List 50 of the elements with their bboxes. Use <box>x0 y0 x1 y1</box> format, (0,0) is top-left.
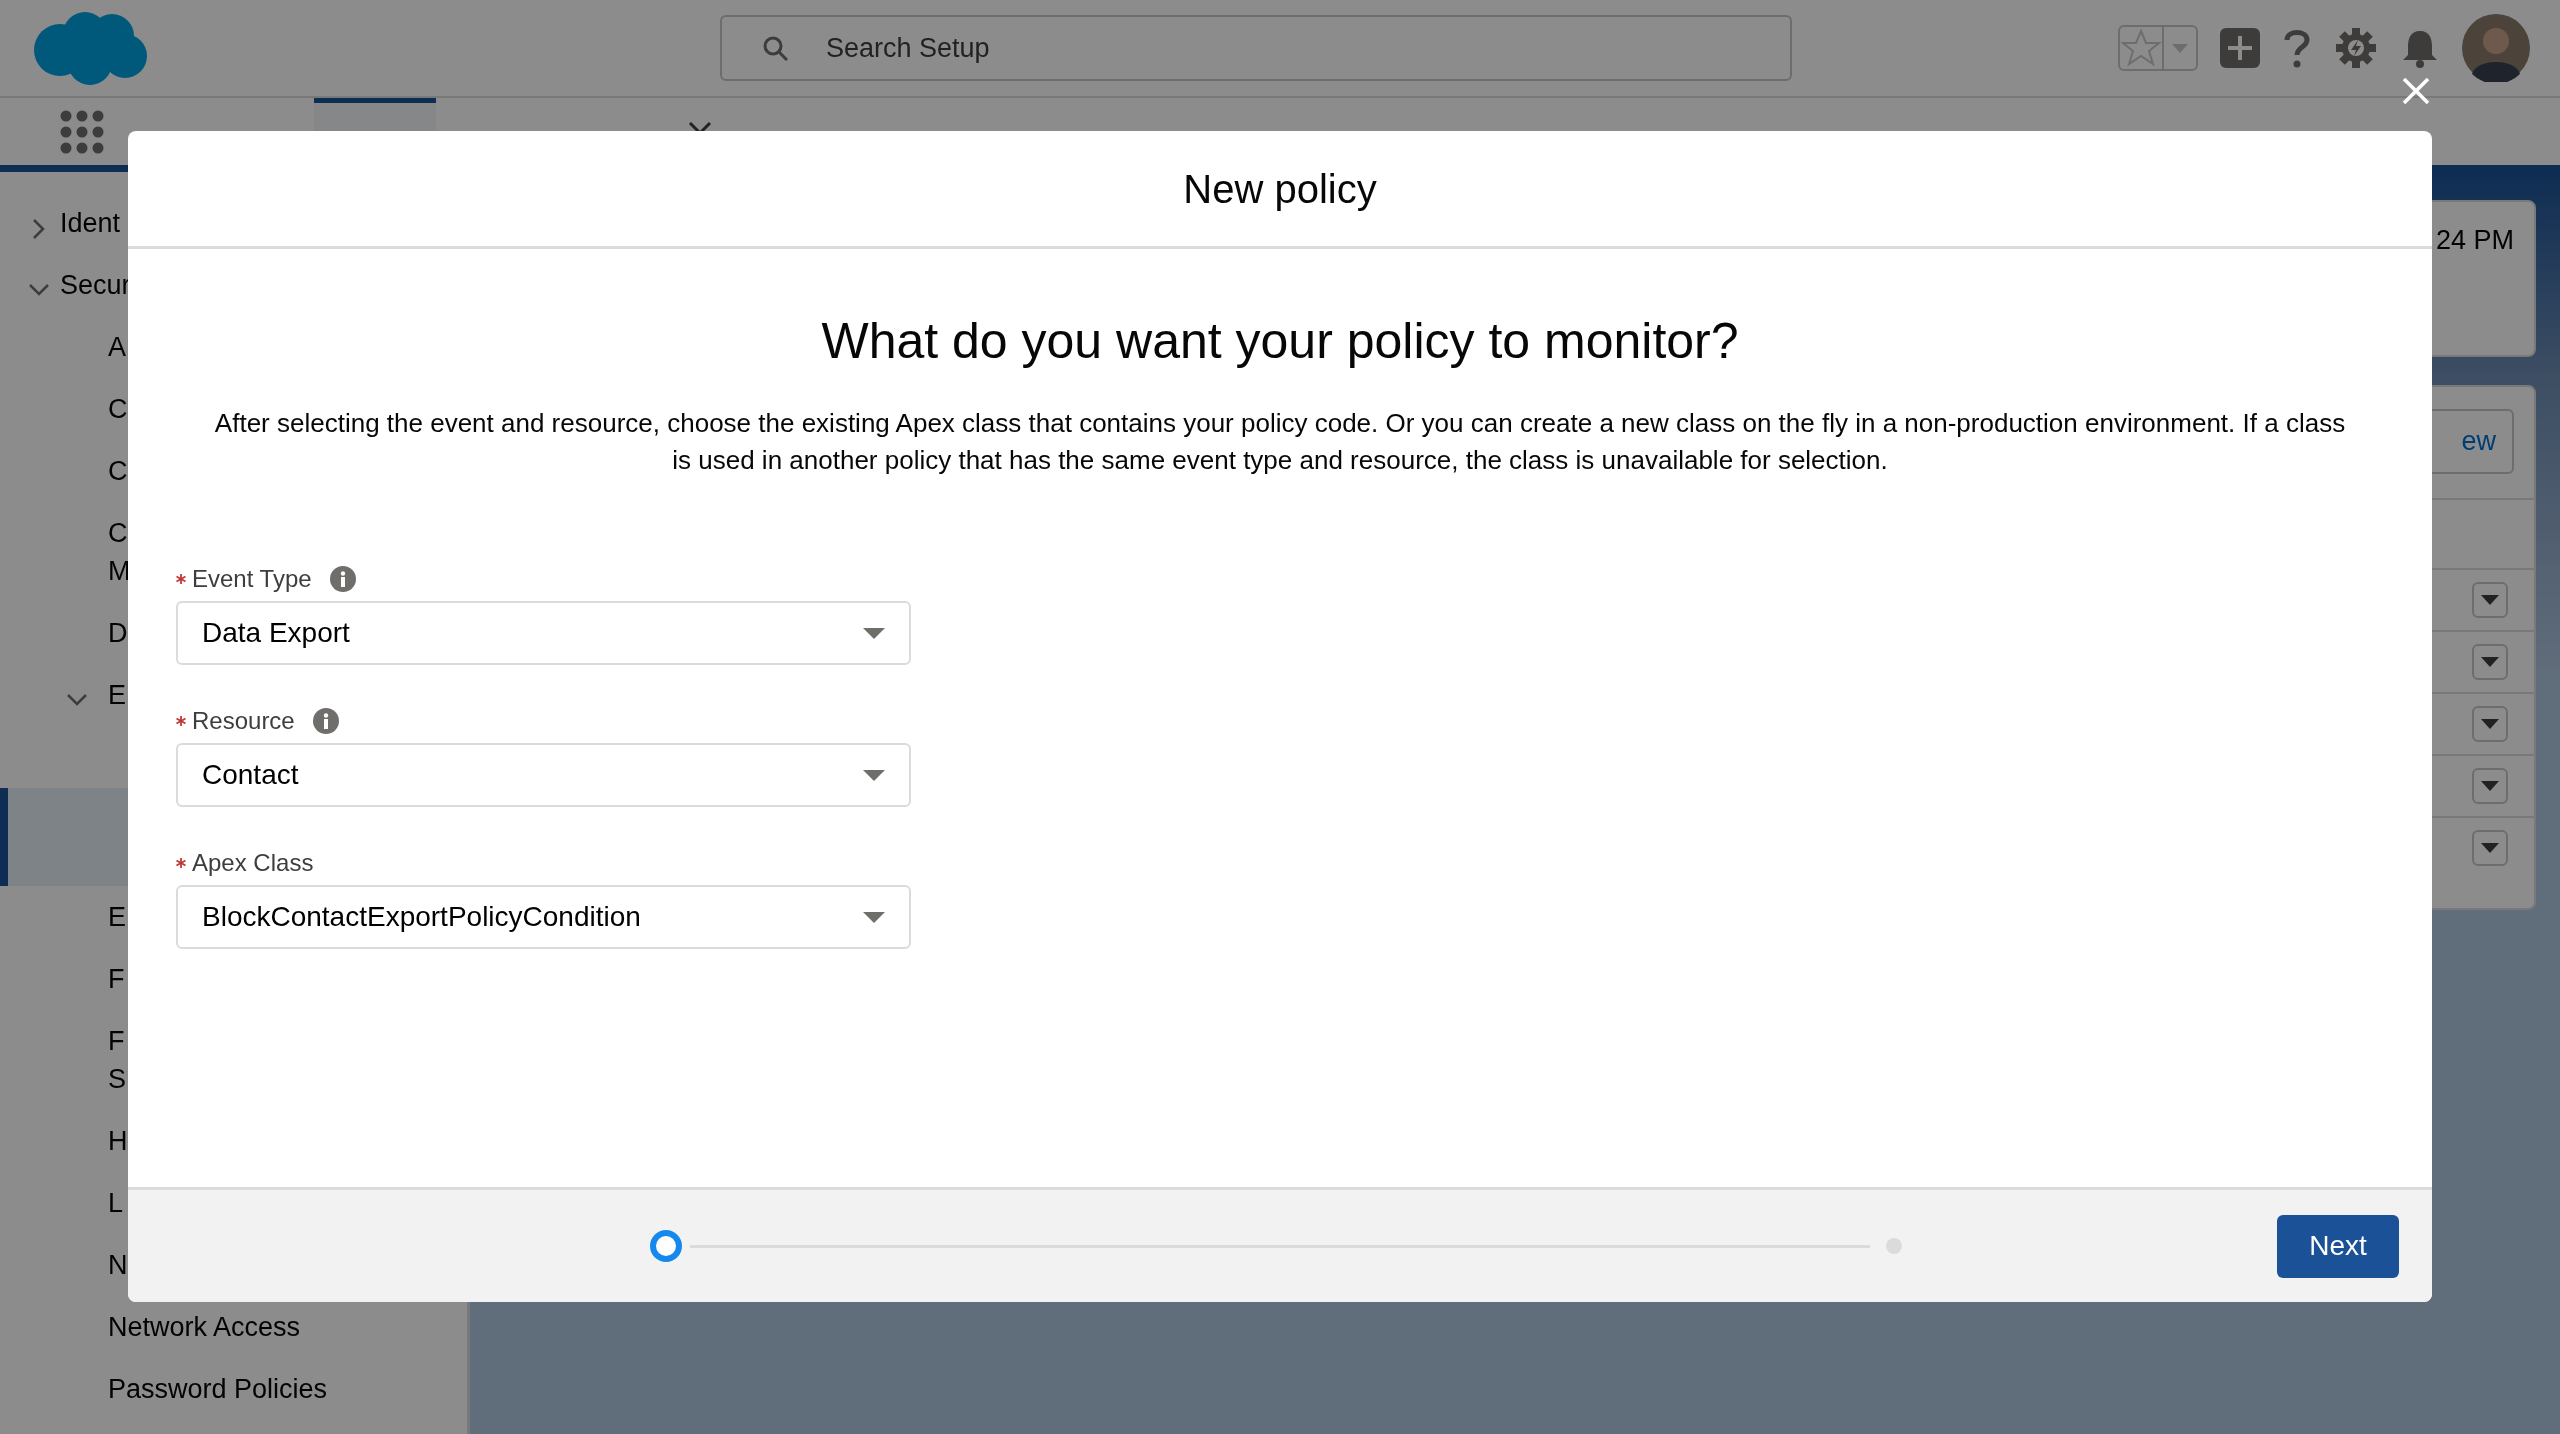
sidebar-item[interactable]: Network Access <box>108 1308 301 1346</box>
row-menu-button[interactable] <box>2472 644 2508 680</box>
caret-icon[interactable] <box>863 769 885 781</box>
sidebar-item[interactable]: E <box>108 676 126 714</box>
field-label: Resource <box>192 706 295 736</box>
app-launcher-icon[interactable] <box>60 109 104 154</box>
sidebar-item[interactable]: D <box>108 614 128 652</box>
time-text: 24 PM <box>2435 224 2514 257</box>
sidebar-item[interactable]: C <box>108 390 128 428</box>
sidebar-item[interactable]: L <box>108 1184 124 1222</box>
avatar[interactable] <box>2462 14 2530 82</box>
help-icon[interactable] <box>2282 27 2312 69</box>
row-menu-button[interactable] <box>2472 768 2508 804</box>
field-label: Event Type <box>192 564 312 594</box>
info-icon[interactable] <box>312 708 339 734</box>
sidebar-item[interactable]: Password Policies <box>108 1370 328 1408</box>
dropdown-field[interactable]: BlockContactExportPolicyCondition <box>176 885 911 949</box>
settings-icon[interactable] <box>2334 26 2378 70</box>
sidebar-item[interactable]: F S <box>108 1022 126 1098</box>
sidebar-item[interactable]: Secur <box>60 266 131 304</box>
caret-icon[interactable] <box>2481 843 2499 853</box>
caret-icon[interactable] <box>2481 781 2499 791</box>
search-icon <box>762 35 788 61</box>
star-icon[interactable] <box>2120 27 2162 69</box>
sidebar-item[interactable]: C <box>108 452 128 490</box>
sidebar-item[interactable]: Ident <box>60 204 121 242</box>
search-field[interactable]: Search Setup <box>720 15 1792 81</box>
field-label: Apex Class <box>192 848 314 878</box>
next-button[interactable]: Next <box>2277 1214 2399 1278</box>
dropdown-field[interactable]: Contact <box>176 743 911 807</box>
plus-icon[interactable] <box>2220 28 2260 68</box>
row-menu-button[interactable] <box>2472 582 2508 618</box>
info-icon[interactable] <box>329 566 356 592</box>
caret-icon[interactable] <box>863 627 885 639</box>
sidebar-item[interactable]: F <box>108 960 125 998</box>
sidebar-item[interactable]: H <box>108 1122 128 1160</box>
modal-heading: What do you want your policy to monitor? <box>820 312 1740 371</box>
sidebar-item[interactable]: N <box>108 1246 128 1284</box>
modal-title: New policy <box>1183 165 1377 213</box>
sidebar-item[interactable]: E <box>108 898 126 936</box>
row-menu-button[interactable] <box>2472 830 2508 866</box>
sidebar-item[interactable]: A <box>108 328 126 366</box>
close-button[interactable] <box>2400 75 2432 107</box>
row-menu-button[interactable] <box>2472 706 2508 742</box>
description-text: After selecting the event and resource, choose the existing Apex class that contains your policy code. Or you can create a new class on the fly in a non-production environment. If a class is used in another policy that has the same event type and resource, the class is unavailable for selection. <box>213 407 2347 477</box>
caret-icon[interactable] <box>2481 657 2499 667</box>
caret-icon[interactable] <box>2481 719 2499 729</box>
sidebar-item[interactable]: C M <box>108 514 131 590</box>
dropdown-field[interactable]: Data Export <box>176 601 911 665</box>
caret-icon[interactable] <box>2481 595 2499 605</box>
